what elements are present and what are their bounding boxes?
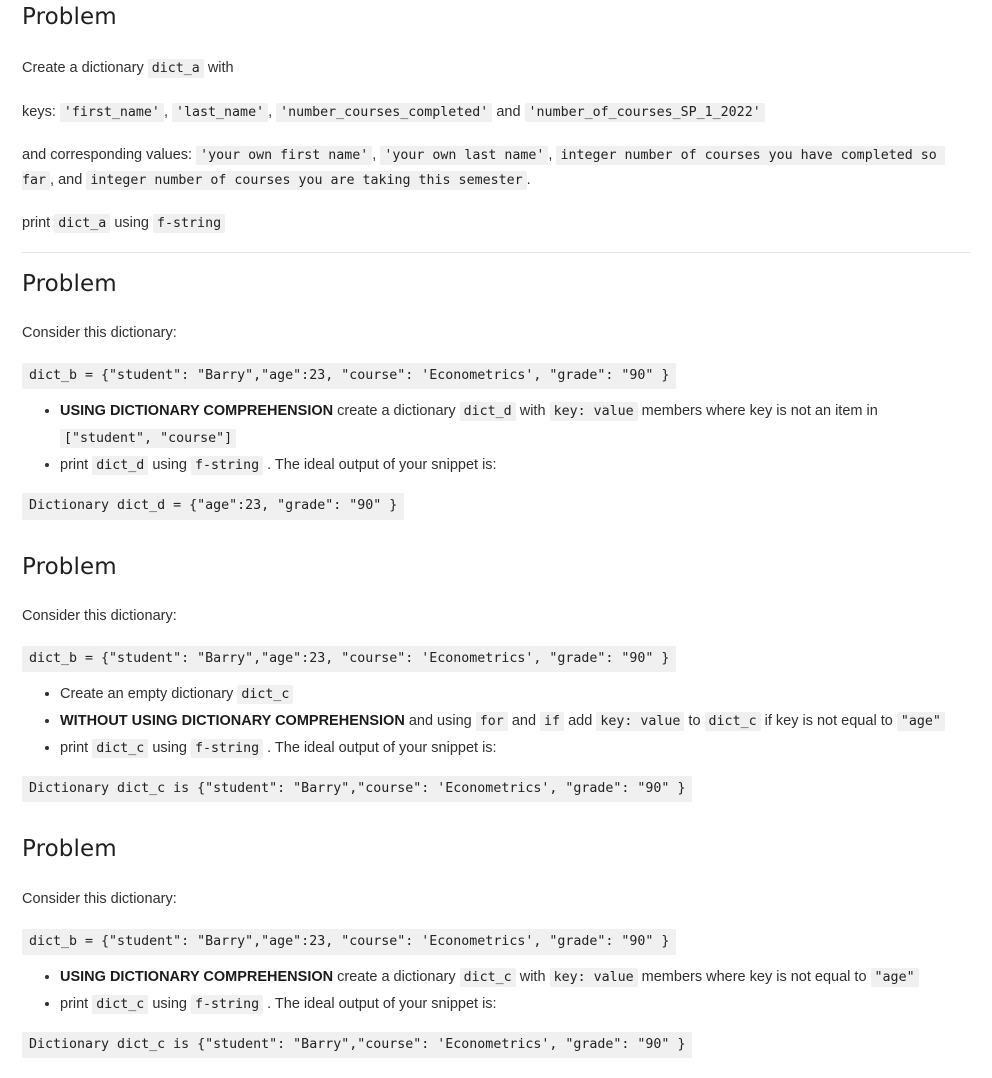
bullet-text-2-1-t2: using	[152, 457, 187, 474]
list-item: print dict_d using f-string . The ideal …	[60, 452, 970, 479]
code-key-value-4: key: value	[549, 968, 638, 988]
code-print-dict-c-3: dict_c	[92, 738, 149, 758]
consider-text-4: Consider this dictionary:	[22, 890, 177, 907]
code-student-course-list: ["student", "course"]	[60, 429, 237, 449]
code-key-number-of-courses-sp-1-2022: 'number_of_courses_SP_1_2022'	[524, 102, 765, 122]
list-item: print dict_c using f-string . The ideal …	[60, 735, 970, 762]
bullet-text-4-1-t3: . The ideal output of your snippet is:	[267, 995, 497, 1012]
code-block-dict-b-3-wrapper: dict_b = {"student": "Barry","age":23, "…	[22, 645, 970, 673]
list-item: Create an empty dictionary dict_c	[60, 681, 970, 708]
bullet-text-2-0-t1: create a dictionary	[337, 403, 456, 420]
code-block-dict-b-3: dict_b = {"student": "Barry","age":23, "…	[22, 645, 677, 673]
keys-conjunction: and	[496, 103, 521, 120]
problem-1-print-paragraph: print dict_a using f-string	[22, 211, 970, 236]
list-item: USING DICTIONARY COMPREHENSION create a …	[60, 398, 970, 452]
code-age-key: "age"	[896, 712, 945, 732]
code-block-output-dict-c-3: Dictionary dict_c is {"student": "Barry"…	[22, 775, 693, 803]
lead-tail-text: with	[207, 60, 234, 77]
bullet-text-3-1-t2: and	[511, 713, 537, 730]
code-value-courses-this-semester: integer number of courses you are taking…	[86, 171, 527, 191]
bullet-text-3-2-t2: using	[152, 739, 187, 756]
bullet-text-3-1-t4: to	[688, 713, 701, 730]
page-title-2: Problem	[22, 270, 117, 297]
keys-label: keys:	[22, 103, 56, 120]
print-middle: using	[114, 215, 149, 232]
problem-section-4: Problem Consider this dictionary: dict_b…	[22, 836, 970, 1078]
page-title: Problem	[22, 4, 117, 30]
values-terminator: .	[526, 172, 531, 189]
problem-section-3: Problem Consider this dictionary: dict_b…	[22, 554, 970, 837]
code-print-dict-d: dict_d	[92, 456, 149, 476]
code-dict-a: dict_a	[147, 59, 204, 79]
code-dict-d: dict_d	[459, 402, 516, 422]
code-block-output-2-wrapper: Dictionary dict_d = {"age":23, "grade": …	[22, 492, 970, 520]
code-key-last-name: 'last_name'	[172, 102, 269, 122]
code-f-string-3: f-string	[191, 738, 264, 758]
bullet-text-3-2-t1: print	[60, 739, 89, 756]
problem-section-1: Problem Create a dictionary dict_a with …	[22, 0, 970, 271]
bullet-text-3-1-t1: and using	[408, 713, 472, 730]
code-dict-c-4: dict_c	[459, 968, 516, 988]
bullet-text-4-1-t1: print	[60, 995, 89, 1012]
problem-section-2: Problem Consider this dictionary: dict_b…	[22, 271, 970, 554]
code-age-key-4: "age"	[870, 968, 919, 988]
bullet-list-2: USING DICTIONARY COMPREHENSION create a …	[22, 398, 970, 478]
code-block-output-dict-c-4: Dictionary dict_c is {"student": "Barry"…	[22, 1031, 693, 1059]
bullet-strong-2-0: USING DICTIONARY COMPREHENSION	[60, 403, 334, 420]
code-block-dict-b-2-wrapper: dict_b = {"student": "Barry","age":23, "…	[22, 362, 970, 390]
code-dict-c-empty: dict_c	[237, 685, 294, 705]
list-item: WITHOUT USING DICTIONARY COMPREHENSION a…	[60, 708, 970, 735]
bullet-text-2-1-t1: print	[60, 457, 89, 474]
code-block-output-4-wrapper: Dictionary dict_c is {"student": "Barry"…	[22, 1031, 970, 1059]
code-key-value-2: key: value	[549, 402, 638, 422]
page-title-4: Problem	[22, 836, 117, 863]
bullet-strong-3-1: WITHOUT USING DICTIONARY COMPREHENSION	[60, 713, 405, 730]
problem-1-values-paragraph: and corresponding values: 'your own firs…	[22, 145, 945, 191]
code-print-dict-c-4: dict_c	[92, 994, 149, 1014]
code-block-dict-b-4-wrapper: dict_b = {"student": "Barry","age":23, "…	[22, 928, 970, 956]
bullet-text-2-1-t3: . The ideal output of your snippet is:	[267, 457, 497, 474]
code-block-output-dict-d: Dictionary dict_d = {"age":23, "grade": …	[22, 492, 405, 520]
document-root: Problem Create a dictionary dict_a with …	[0, 0, 992, 1078]
bullet-strong-4-0: USING DICTIONARY COMPREHENSION	[60, 969, 334, 986]
page-title-3: Problem	[22, 553, 117, 580]
code-key-number-courses-completed: 'number_courses_completed'	[276, 102, 493, 122]
bullet-text-4-0-t2: with	[519, 969, 546, 986]
list-item: USING DICTIONARY COMPREHENSION create a …	[60, 964, 970, 991]
bullet-list-4: USING DICTIONARY COMPREHENSION create a …	[22, 964, 970, 1018]
consider-text-3: Consider this dictionary:	[22, 607, 177, 624]
code-value-last-name: 'your own last name'	[380, 145, 549, 165]
problem-1-keys-paragraph: keys: 'first_name', 'last_name', 'number…	[22, 100, 970, 125]
list-item: print dict_c using f-string . The ideal …	[60, 991, 970, 1018]
print-prefix: print	[22, 215, 51, 232]
code-block-dict-b-2: dict_b = {"student": "Barry","age":23, "…	[22, 362, 677, 390]
code-block-dict-b-4: dict_b = {"student": "Barry","age":23, "…	[22, 928, 677, 956]
bullet-text-4-1-t2: using	[152, 995, 187, 1012]
consider-text-2: Consider this dictionary:	[22, 325, 177, 342]
code-value-first-name: 'your own first name'	[196, 145, 373, 165]
bullet-text-3-0-t1: Create an empty dictionary	[60, 686, 234, 703]
values-label: and corresponding values:	[22, 146, 193, 163]
code-f-string: f-string	[153, 214, 226, 234]
code-f-string-4: f-string	[191, 994, 264, 1014]
bullet-text-4-0-t3: members where key is not equal to	[641, 969, 867, 986]
bullet-text-2-0-t3: members where key is not an item in	[641, 403, 878, 420]
code-block-output-3-wrapper: Dictionary dict_c is {"student": "Barry"…	[22, 775, 970, 803]
code-dict-c-target: dict_c	[704, 712, 761, 732]
problem-1-lead-paragraph: Create a dictionary dict_a with	[22, 56, 970, 81]
code-for: for	[475, 712, 508, 732]
bullet-text-3-1-t3: add	[568, 713, 593, 730]
code-print-dict-a: dict_a	[54, 214, 111, 234]
code-key-value-3: key: value	[596, 712, 685, 732]
bullet-text-3-1-t5: if key is not equal to	[764, 713, 893, 730]
code-f-string-2: f-string	[191, 456, 264, 476]
bullet-list-3: Create an empty dictionary dict_c WITHOU…	[22, 681, 970, 761]
values-conjunction: , and	[50, 172, 83, 189]
lead-text: Create a dictionary	[22, 60, 144, 77]
code-if: if	[540, 712, 565, 732]
bullet-text-2-0-t2: with	[519, 403, 546, 420]
code-key-first-name: 'first_name'	[59, 102, 164, 122]
bullet-text-4-0-t1: create a dictionary	[337, 969, 456, 986]
bullet-text-3-2-t3: . The ideal output of your snippet is:	[267, 739, 497, 756]
